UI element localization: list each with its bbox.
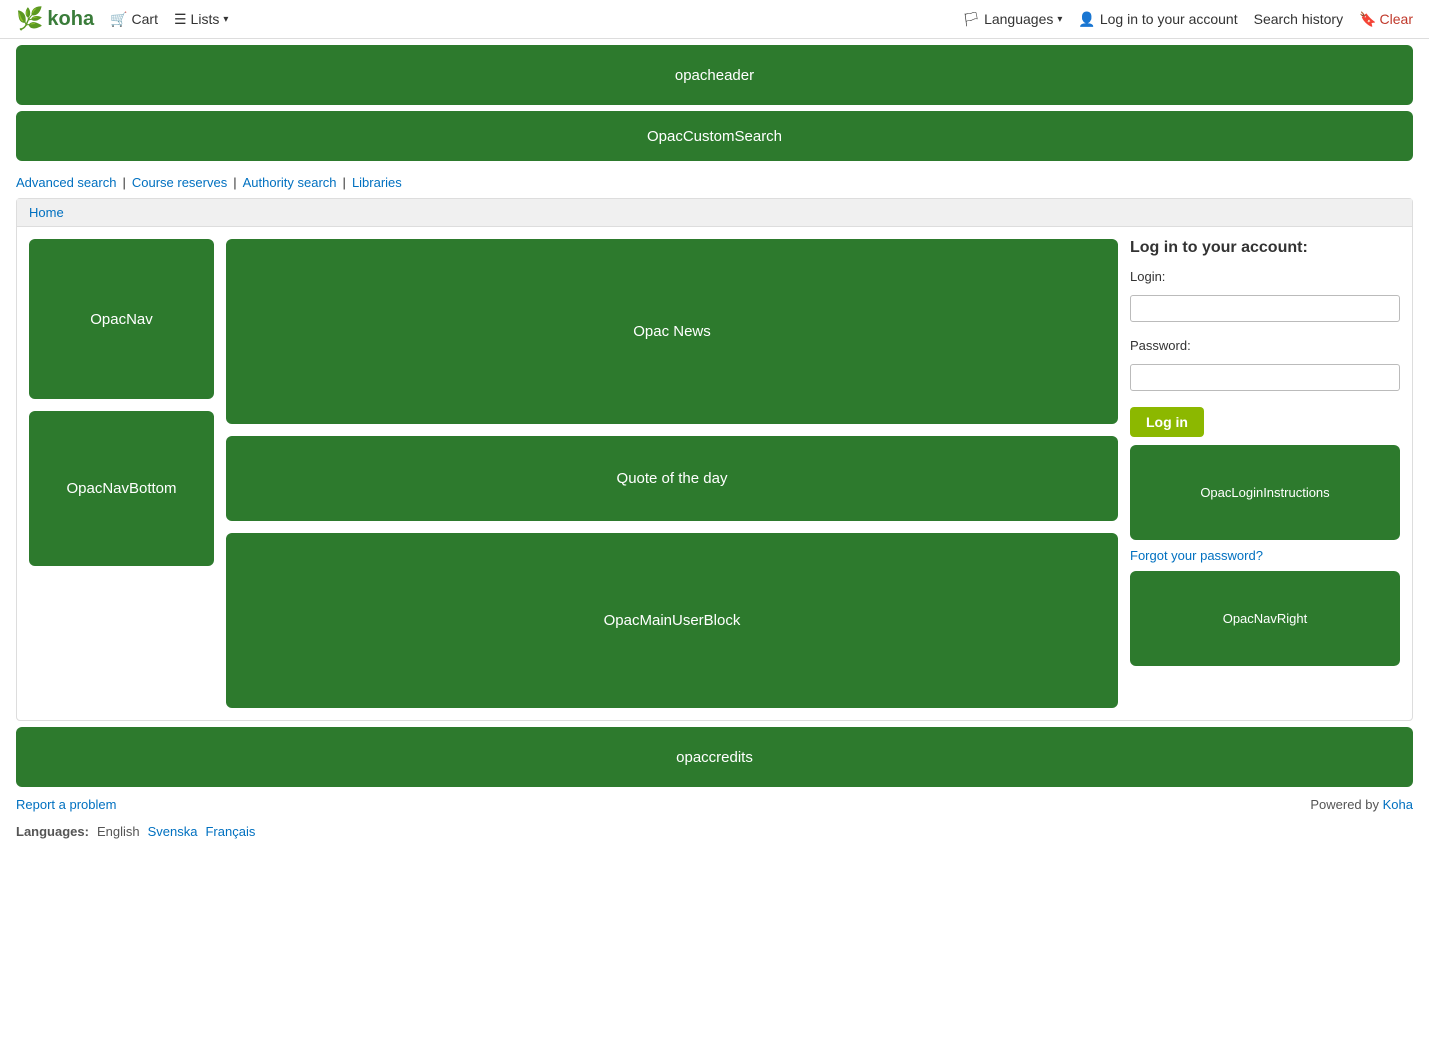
nav-left: 🌿 koha 🛒 Cart ☰ Lists ▾ [16,6,228,32]
dropdown-arrow-icon: ▾ [223,14,228,25]
logo[interactable]: 🌿 koha [16,6,94,32]
cart-link[interactable]: 🛒 Cart [110,11,158,28]
footer-links: Report a problem [16,797,116,812]
login-button[interactable]: Log in [1130,407,1204,437]
report-problem-link[interactable]: Report a problem [16,797,116,812]
left-column: OpacNav OpacNavBottom [29,239,214,708]
search-history-link[interactable]: Search history [1254,11,1343,27]
forgot-password-link[interactable]: Forgot your password? [1130,548,1400,563]
footer: Report a problem Powered by Koha [16,797,1413,812]
top-navigation: 🌿 koha 🛒 Cart ☰ Lists ▾ 🏳 Languages ▾ 👤 … [0,0,1429,39]
language-bar-label: Languages: [16,824,89,839]
opac-custom-search-block: OpacCustomSearch [16,111,1413,161]
opac-nav-right-block: OpacNavRight [1130,571,1400,666]
clear-icon: 🔖 [1359,11,1376,28]
clear-link[interactable]: 🔖 Clear [1359,11,1413,28]
koha-link[interactable]: Koha [1383,797,1413,812]
separator-3: | [343,175,346,190]
password-label: Password: [1130,338,1400,353]
login-input[interactable] [1130,295,1400,322]
login-title: Log in to your account: [1130,239,1400,257]
flag-icon: 🏳 [962,11,980,28]
lists-icon: ☰ [174,11,187,28]
opacheader-block: opacheader [16,45,1413,105]
quote-of-the-day-block: Quote of the day [226,436,1118,521]
content-area: OpacNav OpacNavBottom Opac News Quote of… [17,227,1412,720]
language-bar: Languages: English Svenska Français [0,818,1429,845]
languages-dropdown-arrow-icon: ▾ [1057,14,1062,25]
breadcrumb: Home [17,199,1412,227]
sub-navigation: Advanced search | Course reserves | Auth… [0,167,1429,198]
libraries-link[interactable]: Libraries [352,175,402,190]
course-reserves-link[interactable]: Course reserves [132,175,227,190]
lists-link[interactable]: ☰ Lists ▾ [174,11,228,28]
user-icon: 👤 [1078,11,1095,28]
password-input[interactable] [1130,364,1400,391]
opac-login-instructions-block: OpacLoginInstructions [1130,445,1400,540]
opacnavbottom-block: OpacNavBottom [29,411,214,566]
main-wrapper: Home OpacNav OpacNavBottom Opac News Quo… [16,198,1413,721]
opac-news-block: Opac News [226,239,1118,424]
separator-1: | [122,175,125,190]
francais-language-link[interactable]: Français [205,824,255,839]
languages-link[interactable]: 🏳 Languages ▾ [962,11,1062,28]
separator-2: | [233,175,236,190]
english-language: English [97,824,140,839]
opacnav-block: OpacNav [29,239,214,399]
home-breadcrumb[interactable]: Home [29,205,64,220]
footer-row: Report a problem Powered by Koha [16,797,1413,812]
right-column: Log in to your account: Login: Password:… [1130,239,1400,708]
middle-column: Opac News Quote of the day OpacMainUserB… [226,239,1118,708]
login-label: Login: [1130,269,1400,284]
svenska-language-link[interactable]: Svenska [148,824,198,839]
advanced-search-link[interactable]: Advanced search [16,175,116,190]
opaccredits-block: opaccredits [16,727,1413,787]
opac-main-user-block: OpacMainUserBlock [226,533,1118,708]
logo-text: koha [47,8,94,31]
nav-right: 🏳 Languages ▾ 👤 Log in to your account S… [962,11,1413,28]
footer-powered: Powered by Koha [1310,797,1413,812]
authority-search-link[interactable]: Authority search [243,175,337,190]
logo-leaf-icon: 🌿 [16,6,43,32]
cart-icon: 🛒 [110,11,127,28]
login-link[interactable]: 👤 Log in to your account [1078,11,1237,28]
